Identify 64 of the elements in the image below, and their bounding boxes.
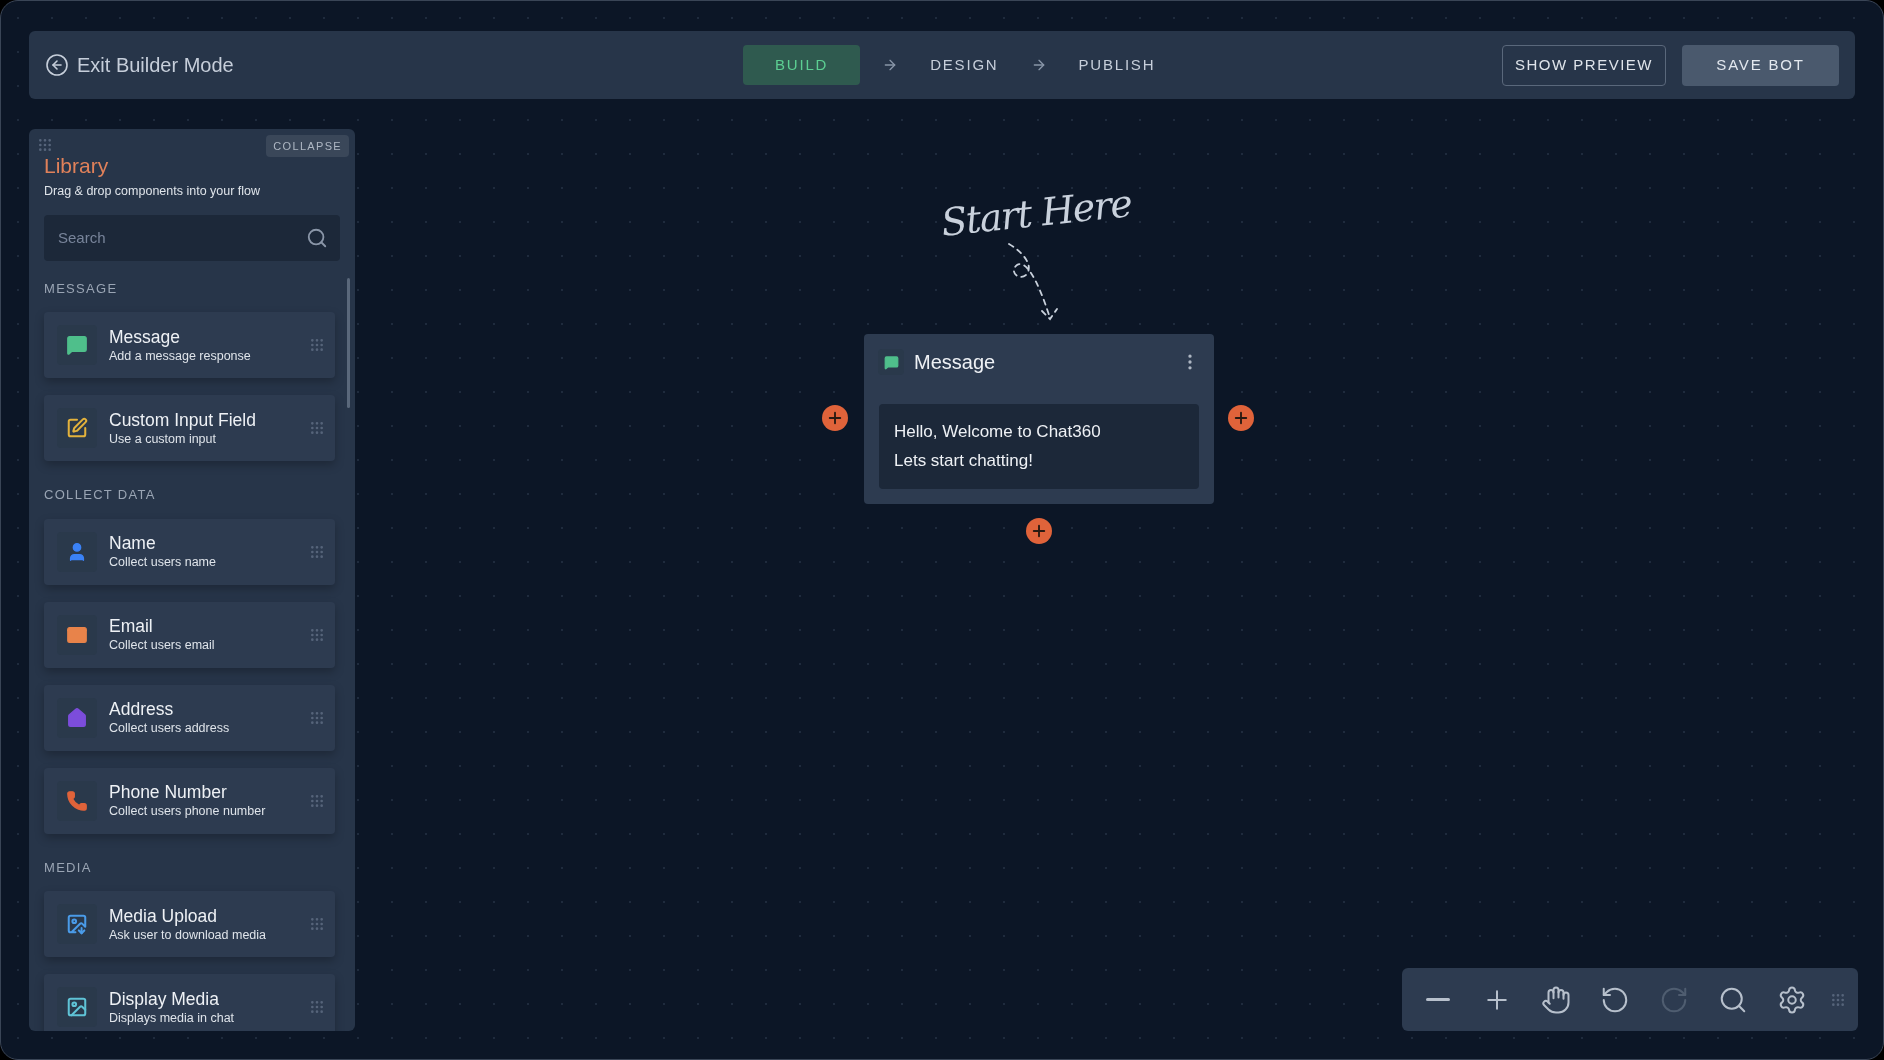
plus-icon — [826, 409, 844, 427]
add-node-button[interactable] — [1228, 405, 1254, 431]
drag-handle-icon[interactable] — [309, 420, 325, 437]
component-description: Collect users phone number — [109, 803, 267, 820]
component-item[interactable]: Media Upload Ask user to download media — [44, 891, 335, 958]
save-button[interactable]: SAVE BOT — [1682, 44, 1839, 86]
drag-handle-icon[interactable] — [309, 709, 325, 726]
component-item[interactable]: Email Collect users email — [44, 601, 335, 668]
component-title: Display Media — [109, 988, 220, 1010]
search-field[interactable]: Search — [44, 214, 340, 261]
library-title: Library — [44, 153, 110, 179]
component-item[interactable]: Message Add a message response — [44, 312, 335, 379]
plus-icon — [1030, 522, 1048, 540]
component-description: Collect users email — [109, 637, 216, 654]
collapse-button[interactable]: COLLAPSE — [266, 135, 349, 157]
drag-handle-icon[interactable] — [309, 916, 325, 933]
component-description: Displays media in chat — [109, 1009, 236, 1026]
step-tab[interactable]: DESIGN — [920, 45, 1009, 85]
settings-icon — [1777, 984, 1807, 1015]
component-item[interactable]: Display Media Displays media in chat — [44, 974, 335, 1031]
message-text: Hello, Welcome to Chat360 — [894, 421, 1102, 443]
component-item[interactable]: Name Collect users name — [44, 518, 335, 585]
preview-button[interactable]: SHOW PREVIEW — [1502, 44, 1666, 86]
component-title: Email — [109, 616, 154, 638]
component-description: Collect users name — [109, 554, 217, 571]
message-node[interactable]: Message Hello, Welcome to Chat360 Lets start chatting! — [864, 334, 1214, 504]
step-tab[interactable]: BUILD — [743, 45, 861, 85]
component-description: Ask user to download media — [109, 926, 268, 943]
add-node-button[interactable] — [822, 405, 848, 431]
section-heading: MEDIA — [44, 858, 93, 877]
component-title: Media Upload — [109, 905, 218, 927]
search-icon — [306, 226, 328, 249]
component-item[interactable]: Address Collect users address — [44, 684, 335, 751]
drag-handle-icon[interactable] — [309, 626, 325, 643]
plus-icon — [1232, 409, 1250, 427]
component-description: Add a message response — [109, 347, 252, 364]
drag-handle-icon[interactable] — [37, 137, 53, 153]
library-subtitle: Drag & drop components into your flow — [44, 183, 262, 200]
component-title: Address — [109, 699, 175, 721]
component-description: Collect users address — [109, 720, 231, 737]
drag-handle-icon[interactable] — [309, 543, 325, 560]
chat-bubble-icon — [883, 354, 899, 370]
drag-handle-icon[interactable] — [309, 999, 325, 1016]
add-node-button[interactable] — [1026, 518, 1052, 544]
exit-builder-button[interactable]: Exit Builder Mode — [45, 50, 605, 80]
component-title: Name — [109, 533, 157, 555]
section-heading: COLLECT DATA — [44, 486, 157, 505]
component-title: Message — [109, 326, 181, 348]
drag-handle-icon[interactable] — [309, 337, 325, 354]
step-tab[interactable]: PUBLISH — [1068, 45, 1166, 85]
minus-icon — [1426, 998, 1450, 1001]
component-description: Use a custom input — [109, 430, 217, 447]
component-title: Custom Input Field — [109, 409, 257, 431]
pan-tool-icon — [1541, 984, 1571, 1015]
node-title: Message — [914, 350, 996, 375]
drag-handle-icon[interactable] — [1830, 991, 1846, 1008]
section-heading: MESSAGE — [44, 279, 119, 298]
scrollbar[interactable] — [347, 278, 350, 408]
start-here-label: Start Here — [938, 180, 1134, 247]
component-title: Phone Number — [109, 782, 228, 804]
component-item[interactable]: Custom Input Field Use a custom input — [44, 395, 335, 462]
drag-handle-icon[interactable] — [309, 792, 325, 809]
message-text: Lets start chatting! — [894, 450, 1034, 472]
component-item[interactable]: Phone Number Collect users phone number — [44, 767, 335, 834]
